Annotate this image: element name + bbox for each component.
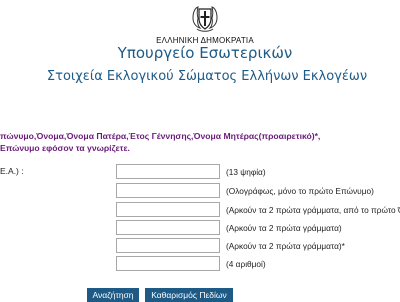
surname-field[interactable] <box>116 183 220 198</box>
field-hint-6: (4 αριθμοί) <box>226 259 266 269</box>
father-name-field[interactable] <box>116 220 220 235</box>
birth-year-field[interactable] <box>116 256 220 271</box>
instructions-line-1: πώνυμο,Όνομα,Όνομα Πατέρα,Έτος Γέννησης,… <box>0 131 321 141</box>
ministry-title: Υπουργείο Εσωτερικών <box>117 44 293 62</box>
field-hint-2: (Ολογράφως, μόνο το πρώτο Επώνυμο) <box>226 186 374 196</box>
instructions-line-2: Επώνυμο εφόσον τα γνωρίζετε. <box>0 143 130 153</box>
first-name-field[interactable] <box>116 202 220 217</box>
instructions-note: πώνυμο,Όνομα,Όνομα Πατέρα,Έτος Γέννησης,… <box>0 130 400 154</box>
field-hint-3: (Αρκούν τα 2 πρώτα γράμματα, από το πρώτ… <box>226 205 400 215</box>
field-label-first: Ε.Α.) : <box>0 166 24 176</box>
amka-field[interactable] <box>116 164 220 179</box>
field-hint-4: (Αρκούν τα 2 πρώτα γράμματα) <box>226 223 342 233</box>
mother-name-field[interactable] <box>116 238 220 253</box>
greek-coat-of-arms-icon <box>192 6 218 32</box>
page-title: Στοιχεία Εκλογικού Σώματος Ελλήνων Εκλογ… <box>46 69 368 84</box>
field-hint-5: (Αρκούν τα 2 πρώτα γράμματα)* <box>226 241 345 251</box>
field-hint-1: (13 ψηφία) <box>226 167 266 177</box>
